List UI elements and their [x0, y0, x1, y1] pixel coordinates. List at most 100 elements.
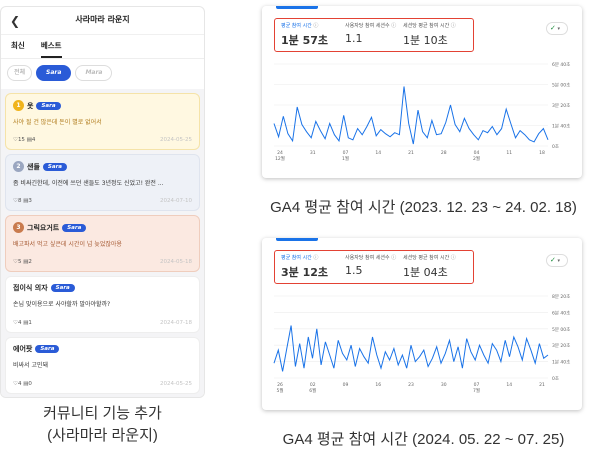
metric-time-per-session[interactable]: 세션당 평균 참여 시간 ⓘ 1분 10초 — [397, 19, 460, 51]
comment-count: 3 — [28, 198, 32, 204]
engagement-line-chart: 6분 40초 5분 00초 3분 20초 1분 40초 0초 2412월 31 071월 14 2… — [273, 62, 570, 162]
tab-bar: 최신 베스트 — [1, 35, 204, 59]
tab-best[interactable]: 베스트 — [40, 35, 62, 58]
like-count: 15 — [17, 137, 25, 143]
help-icon[interactable]: ⓘ — [451, 23, 456, 29]
x-tick-label: 18 — [539, 150, 545, 156]
help-icon[interactable]: ⓘ — [451, 255, 456, 261]
post-card[interactable]: 접이식 의자 Sara 손님 맞이용으로 사야할까 말아야할까? ♡4 ▤1 2… — [5, 276, 200, 333]
metric-value: 1.1 — [345, 32, 363, 45]
post-date: 2024-07-18 — [160, 320, 192, 326]
sara-tag: Sara — [42, 162, 67, 171]
y-tick-label: 5분 00초 — [552, 327, 570, 333]
ga4-panel-1: 평균 참여 시간 ⓘ 1분 57초 사용자당 참여 세션수 ⓘ 1.1 세션당 … — [262, 6, 582, 178]
y-tick-label: 3분 20초 — [552, 103, 570, 109]
post-card[interactable]: 에어팟 Sara 비싸서 고민돼 ♡4 ▤0 2024-05-25 — [5, 337, 200, 394]
post-body: 배고파서 먹고 싶은데 시간이 넘 늦었잖아용 — [13, 241, 122, 248]
x-tick-label: 31 — [310, 150, 316, 156]
x-tick-label: 14 — [375, 150, 381, 156]
post-body: 좀 비싸긴한데, 이전에 쓰던 샌들도 3년정도 신었고! 완전 ... — [13, 180, 164, 187]
tab-indicator — [276, 238, 318, 241]
post-list: 1 옷 Sara 사야 될 건 많은데 돈이 별로 없어서 ♡15 ▤4 202… — [1, 89, 204, 397]
dropdown-caret-icon: ▾ — [555, 258, 560, 264]
metric-label: 세션당 평균 참여 시간 — [403, 255, 450, 261]
tab-indicator — [276, 6, 318, 9]
x-tick-label: 07 — [343, 150, 349, 156]
filter-all[interactable]: 전체 — [7, 65, 33, 81]
caption-lounge: (사라마라 라운지) — [47, 427, 158, 444]
post-date: 2024-05-25 — [160, 381, 192, 387]
caption-panel-2: GA4 평균 참여 시간 (2024. 05. 22 ~ 07. 25) — [282, 431, 565, 448]
y-tick-label: 5분 00초 — [552, 83, 570, 89]
x-tick-label: 28 — [441, 150, 447, 156]
metric-label: 세션당 평균 참여 시간 — [403, 23, 450, 29]
filter-sara[interactable]: Sara — [36, 65, 72, 81]
x-tick-label: 02 — [310, 382, 316, 388]
x-tick-label: 12월 — [275, 155, 285, 162]
rank-badge: 1 — [13, 100, 24, 111]
series-line — [273, 86, 549, 145]
like-count: 8 — [17, 198, 22, 204]
x-tick-label: 23 — [408, 382, 414, 388]
post-body: 비싸서 고민돼 — [13, 362, 49, 369]
post-title: 그릭요거트 — [27, 223, 60, 232]
x-tick-label: 5월 — [276, 387, 283, 394]
page-title: 사라마라 라운지 — [75, 15, 130, 24]
metric-sessions-per-user[interactable]: 사용자당 참여 세션수 ⓘ 1.1 — [339, 19, 397, 51]
metric-time-per-session[interactable]: 세션당 평균 참여 시간 ⓘ 1분 04초 — [397, 251, 460, 283]
filter-mara[interactable]: Mara — [75, 65, 113, 81]
y-tick-label: 0초 — [552, 376, 559, 382]
post-date: 2024-05-18 — [160, 259, 192, 265]
y-tick-label: 6분 40초 — [552, 62, 570, 68]
x-tick-label: 6월 — [309, 387, 316, 394]
post-title: 접이식 의자 — [13, 284, 48, 292]
post-card[interactable]: 2 샌들 Sara 좀 비싸긴한데, 이전에 쓰던 샌들도 3년정도 신었고! … — [5, 154, 200, 211]
check-circle-icon[interactable]: ✓ ▾ — [546, 254, 568, 267]
x-tick-label: 14 — [506, 382, 512, 388]
post-body: 손님 맞이용으로 사야할까 말아야할까? — [13, 301, 111, 308]
like-count: 4 — [17, 381, 22, 387]
x-tick-label: 21 — [408, 150, 414, 156]
sara-tag: Sara — [35, 345, 60, 353]
y-tick-label: 1분 40초 — [552, 124, 570, 130]
y-tick-label: 1분 40초 — [552, 360, 570, 366]
comment-count: 4 — [31, 137, 36, 143]
post-card[interactable]: 3 그릭요거트 Sara 배고파서 먹고 싶은데 시간이 넘 늦었잖아용 ♡5 … — [5, 215, 200, 272]
post-date: 2024-07-10 — [160, 198, 192, 204]
metric-avg-engagement[interactable]: 평균 참여 시간 ⓘ 1분 57초 — [275, 19, 339, 51]
metrics-highlight: 평균 참여 시간 ⓘ 3분 12초 사용자당 참여 세션수 ⓘ 1.5 세션당 … — [274, 250, 474, 284]
filter-chips: 전체 Sara Mara — [1, 59, 204, 89]
x-tick-label: 24 — [277, 150, 283, 156]
tab-latest[interactable]: 최신 — [11, 35, 25, 58]
x-tick-label: 2월 — [473, 155, 480, 162]
metric-value: 3분 12초 — [281, 266, 329, 279]
rank-badge: 2 — [13, 161, 24, 172]
metric-value: 1.5 — [345, 264, 363, 277]
comment-count: 1 — [28, 320, 32, 326]
x-tick-label: 16 — [375, 382, 381, 388]
metric-sessions-per-user[interactable]: 사용자당 참여 세션수 ⓘ 1.5 — [339, 251, 397, 283]
post-card[interactable]: 1 옷 Sara 사야 될 건 많은데 돈이 별로 없어서 ♡15 ▤4 202… — [5, 93, 200, 150]
sara-tag: Sara — [50, 284, 75, 292]
help-icon[interactable]: ⓘ — [313, 255, 318, 261]
like-count: 4 — [17, 320, 22, 326]
comment-count: 0 — [28, 381, 32, 387]
help-icon[interactable]: ⓘ — [313, 23, 318, 29]
x-tick-label: 21 — [539, 382, 545, 388]
phone-screenshot: ❮ 사라마라 라운지 최신 베스트 전체 Sara Mara 1 옷 Sara … — [0, 6, 205, 398]
y-tick-label: 8분 20초 — [552, 294, 570, 300]
metric-avg-engagement[interactable]: 평균 참여 시간 ⓘ 3분 12초 — [275, 251, 339, 283]
check-circle-icon[interactable]: ✓ ▾ — [546, 22, 568, 35]
x-tick-label: 07 — [474, 382, 480, 388]
sara-tag: Sara — [62, 223, 87, 232]
help-icon[interactable]: ⓘ — [391, 255, 396, 261]
help-icon[interactable]: ⓘ — [391, 23, 396, 29]
metric-value: 1분 57초 — [281, 34, 329, 47]
engagement-line-chart: 8분 20초 6분 40초 5분 00초 3분 20초 1분 40초 0초 265월 026월… — [273, 294, 570, 394]
x-tick-label: 09 — [343, 382, 349, 388]
series-line — [273, 325, 549, 372]
y-tick-label: 3분 20초 — [552, 343, 570, 349]
y-tick-label: 6분 40초 — [552, 310, 570, 316]
post-title: 옷 — [27, 101, 34, 110]
post-body: 사야 될 건 많은데 돈이 별로 없어서 — [13, 119, 102, 126]
